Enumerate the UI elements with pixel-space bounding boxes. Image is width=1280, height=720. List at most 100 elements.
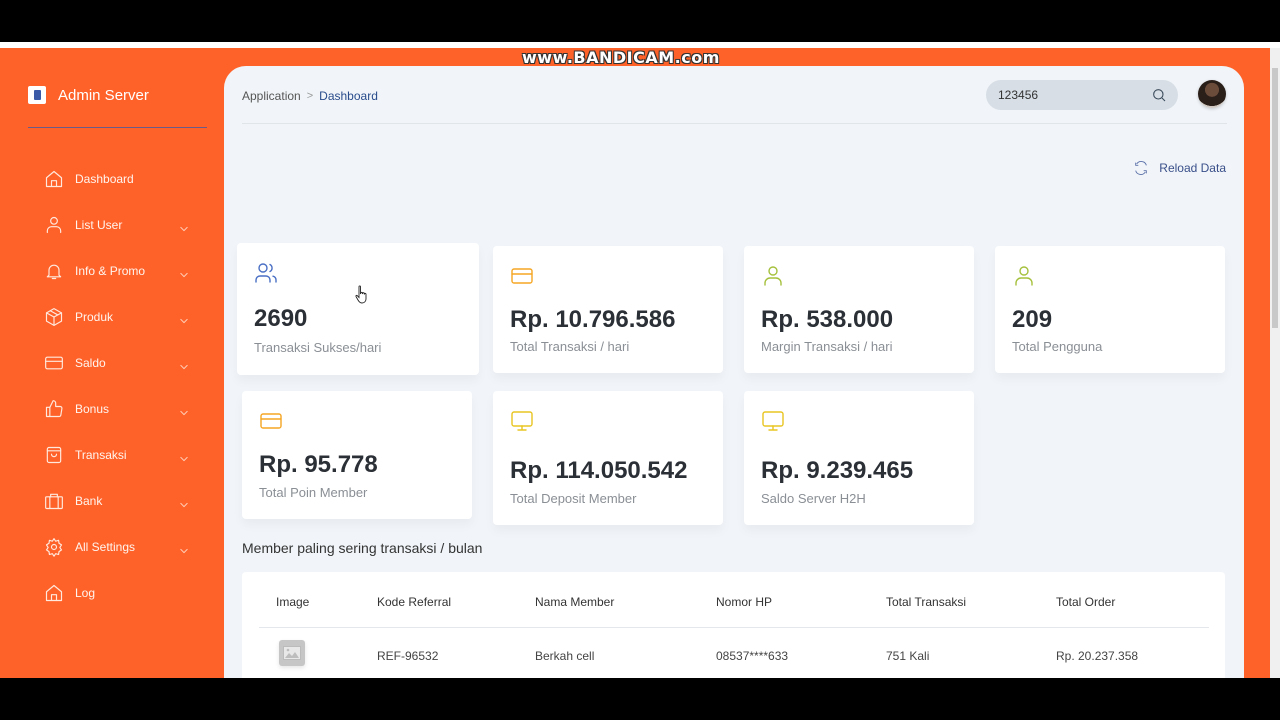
sidebar-item-label: List User — [75, 218, 123, 232]
sidebar-item-log[interactable]: Log — [44, 570, 194, 616]
stat-card-total-poin[interactable]: Rp. 95.778 Total Poin Member — [242, 391, 472, 529]
app-screen: www.BANDICAM.com Admin Server Dashboard … — [0, 42, 1280, 678]
sidebar: Admin Server Dashboard List User Info & … — [0, 48, 224, 678]
box-icon — [45, 308, 63, 326]
column-header-image[interactable]: Image — [276, 595, 309, 609]
stat-value: 209 — [1012, 306, 1053, 333]
brand-name: Admin Server — [58, 86, 149, 104]
home-icon — [45, 584, 63, 602]
briefcase-icon — [45, 493, 63, 510]
column-header-kode-referral[interactable]: Kode Referral — [377, 595, 451, 609]
brand[interactable]: Admin Server — [28, 86, 149, 104]
user-icon — [1012, 264, 1036, 288]
stat-label: Saldo Server H2H — [761, 491, 866, 506]
credit-card-icon — [45, 356, 63, 370]
mouse-pointer-hand-icon — [355, 285, 367, 304]
sidebar-nav: Dashboard List User Info & Promo Produk … — [44, 156, 194, 616]
chevron-down-icon[interactable] — [180, 404, 188, 416]
gear-icon — [45, 538, 63, 557]
header-divider — [242, 123, 1227, 124]
refresh-icon — [1135, 161, 1148, 175]
cell-nomor-hp: 08537****633 — [716, 649, 789, 663]
sidebar-item-produk[interactable]: Produk — [44, 294, 194, 340]
chevron-down-icon[interactable] — [180, 312, 188, 324]
sidebar-item-transaksi[interactable]: Transaksi — [44, 432, 194, 478]
stat-card-total-pengguna[interactable]: 209 Total Pengguna — [995, 246, 1225, 383]
sidebar-item-saldo[interactable]: Saldo — [44, 340, 194, 386]
sidebar-item-label: Bank — [75, 494, 103, 508]
stat-card-saldo-server[interactable]: Rp. 9.239.465 Saldo Server H2H — [744, 391, 974, 535]
chevron-down-icon[interactable] — [180, 266, 188, 278]
stat-label: Total Pengguna — [1012, 339, 1103, 354]
chevron-down-icon[interactable] — [180, 542, 188, 554]
stat-value: Rp. 538.000 — [761, 306, 894, 333]
cell-kode-referral: REF-96532 — [377, 649, 439, 663]
main-content: Application > Dashboard Reload Data 2690… — [224, 66, 1244, 678]
column-header-nomor-hp[interactable]: Nomor HP — [716, 595, 772, 609]
shopping-bag-icon — [46, 446, 62, 464]
user-icon — [761, 264, 785, 288]
breadcrumb-separator: > — [306, 90, 314, 102]
stat-value: Rp. 9.239.465 — [761, 457, 914, 484]
sidebar-item-label: Info & Promo — [75, 264, 146, 278]
search-icon[interactable] — [1151, 87, 1167, 103]
search-input[interactable] — [998, 88, 1138, 102]
users-icon — [254, 261, 278, 285]
column-header-total-transaksi[interactable]: Total Transaksi — [886, 595, 966, 609]
home-icon — [45, 170, 63, 188]
chevron-down-icon[interactable] — [180, 220, 188, 232]
stat-card-total-transaksi[interactable]: Rp. 10.796.586 Total Transaksi / hari — [493, 246, 723, 383]
monitor-icon — [761, 409, 785, 433]
cell-total-transaksi: 751 Kali — [886, 649, 930, 663]
recording-watermark: www.BANDICAM.com — [522, 48, 720, 67]
sidebar-divider — [28, 127, 207, 128]
scrollbar-thumb[interactable] — [1272, 68, 1278, 328]
table-section-title: Member paling sering transaksi / bulan — [242, 540, 483, 556]
letterbox-bottom — [0, 678, 1280, 720]
stat-label: Margin Transaksi / hari — [761, 339, 893, 354]
sidebar-item-label: All Settings — [75, 540, 136, 554]
image-placeholder-icon — [279, 640, 305, 666]
sidebar-item-label: Dashboard — [75, 172, 134, 186]
chevron-down-icon[interactable] — [180, 496, 188, 508]
breadcrumb-item-application[interactable]: Application — [242, 89, 301, 103]
sidebar-item-dashboard[interactable]: Dashboard — [44, 156, 194, 202]
brand-logo-icon — [28, 86, 46, 104]
sidebar-item-label: Bonus — [75, 402, 110, 416]
stat-card-transaksi-sukses[interactable]: 2690 Transaksi Sukses/hari — [237, 243, 479, 385]
user-avatar[interactable] — [1198, 80, 1226, 108]
breadcrumb: Application > Dashboard — [242, 89, 378, 103]
column-header-nama-member[interactable]: Nama Member — [535, 595, 614, 609]
user-icon — [46, 216, 62, 234]
cell-total-order: Rp. 20.237.358 — [1056, 649, 1139, 663]
chevron-down-icon[interactable] — [180, 358, 188, 370]
sidebar-item-all-settings[interactable]: All Settings — [44, 524, 194, 570]
monitor-icon — [510, 409, 534, 433]
sidebar-item-info-promo[interactable]: Info & Promo — [44, 248, 194, 294]
breadcrumb-item-dashboard[interactable]: Dashboard — [319, 89, 378, 103]
stat-card-margin-transaksi[interactable]: Rp. 538.000 Margin Transaksi / hari — [744, 246, 974, 383]
cell-nama-member: Berkah cell — [535, 649, 595, 663]
sidebar-item-label: Produk — [75, 310, 114, 324]
stat-label: Total Deposit Member — [510, 491, 637, 506]
sidebar-item-label: Transaksi — [75, 448, 127, 462]
sidebar-item-list-user[interactable]: List User — [44, 202, 194, 248]
bell-icon — [46, 264, 62, 280]
sidebar-item-bank[interactable]: Bank — [44, 478, 194, 524]
chevron-down-icon[interactable] — [180, 450, 188, 462]
search-box[interactable] — [986, 80, 1178, 110]
page-scrollbar[interactable] — [1270, 48, 1280, 678]
credit-card-icon — [510, 264, 534, 288]
sidebar-item-bonus[interactable]: Bonus — [44, 386, 194, 432]
sidebar-item-label: Saldo — [75, 356, 106, 370]
stat-value: 2690 — [254, 305, 308, 332]
stat-value: Rp. 10.796.586 — [510, 306, 676, 333]
sidebar-item-label: Log — [75, 586, 96, 600]
reload-data-button[interactable]: Reload Data — [1133, 160, 1226, 176]
thumbs-up-icon — [45, 400, 63, 418]
stat-card-total-deposit[interactable]: Rp. 114.050.542 Total Deposit Member — [493, 391, 723, 535]
column-header-total-order[interactable]: Total Order — [1056, 595, 1115, 609]
stat-label: Transaksi Sukses/hari — [254, 340, 382, 355]
stat-label: Total Poin Member — [259, 485, 368, 500]
credit-card-icon — [259, 409, 283, 433]
